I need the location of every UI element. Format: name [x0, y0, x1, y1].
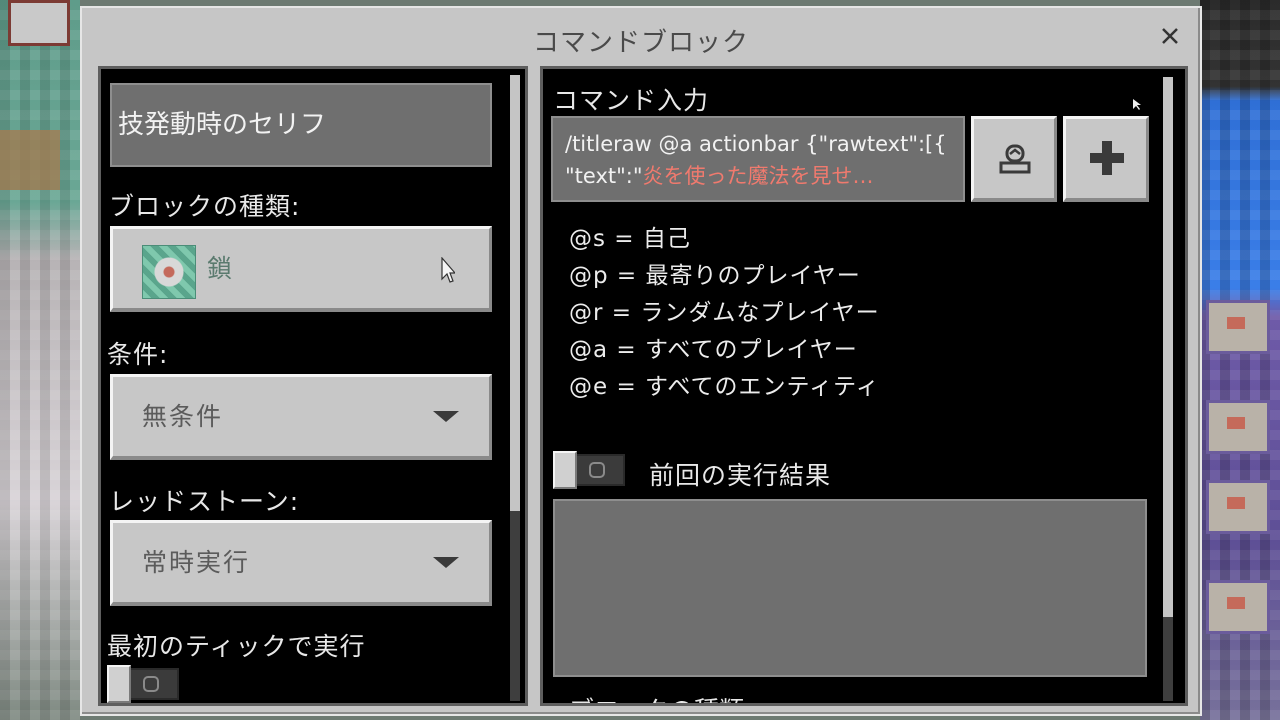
redstone-dropdown[interactable]: 常時実行	[110, 520, 492, 606]
close-button[interactable]	[1158, 24, 1182, 48]
command-block-in-world	[1206, 580, 1270, 634]
condition-value: 無条件	[142, 402, 224, 431]
command-block-dialog: コマンドブロック 技発動時のセリフ ブロックの種類: 鎖 条件: 無条件 レッド…	[80, 6, 1202, 716]
selector-help-line: @r = ランダムなプレイヤー	[569, 300, 880, 326]
redstone-label: レッドストーン:	[109, 487, 300, 516]
command-block-in-world	[1206, 400, 1270, 454]
selector-help: @s = 自己 @p = 最寄りのプレイヤー @r = ランダムなプレイヤー @…	[569, 221, 880, 406]
previous-output-toggle[interactable]	[553, 451, 627, 489]
toggle-off-icon	[589, 462, 605, 478]
selector-help-line: @e = すべてのエンティティ	[569, 374, 880, 400]
command-panel: コマンド入力 /titleraw @a actionbar {"rawtext"…	[540, 66, 1188, 706]
block-name-field[interactable]: 技発動時のセリフ	[110, 83, 492, 167]
world-block	[0, 130, 60, 190]
command-text-highlight: 炎を使った魔法を見せ…	[642, 164, 874, 188]
right-scrollbar[interactable]	[1163, 77, 1173, 701]
mouse-pointer-icon	[441, 257, 455, 283]
caret-down-icon	[433, 411, 459, 422]
plus-icon	[1090, 141, 1124, 175]
toggle-off-icon	[143, 676, 159, 692]
cut-off-block-type-label: ブロックの種類	[569, 691, 744, 703]
close-icon	[1162, 28, 1178, 44]
world-background-right	[1200, 0, 1280, 720]
dialog-title: コマンドブロック	[532, 28, 749, 58]
condition-label: 条件:	[107, 340, 169, 369]
command-text-line2: "text":"炎を使った魔法を見せ…	[565, 160, 951, 192]
command-text-prefix: "text":"	[565, 164, 643, 188]
world-block	[8, 0, 70, 46]
chain-command-block-icon	[142, 245, 196, 299]
condition-dropdown[interactable]: 無条件	[110, 374, 492, 460]
first-tick-label: 最初のティックで実行	[107, 632, 366, 661]
selector-help-line: @p = 最寄りのプレイヤー	[569, 263, 861, 289]
selector-help-line: @s = 自己	[569, 226, 691, 252]
command-input-label: コマンド入力	[553, 86, 710, 115]
command-block-in-world	[1206, 480, 1270, 534]
block-type-button[interactable]: 鎖	[110, 226, 492, 312]
previous-output-box	[553, 499, 1147, 677]
command-block-in-world	[1206, 300, 1270, 354]
redstone-value: 常時実行	[142, 548, 251, 577]
left-scrollbar-thumb[interactable]	[510, 75, 520, 511]
block-type-label: ブロックの種類:	[109, 192, 301, 221]
small-cursor-icon	[1133, 99, 1141, 110]
first-tick-toggle[interactable]	[107, 665, 181, 703]
toggle-knob	[553, 451, 577, 489]
command-input[interactable]: /titleraw @a actionbar {"rawtext":[{ "te…	[551, 116, 965, 202]
toggle-knob	[107, 665, 131, 703]
block-name-value: 技発動時のセリフ	[118, 110, 327, 140]
world-background-left	[0, 0, 80, 720]
caret-down-icon	[433, 557, 459, 568]
command-text-line1: /titleraw @a actionbar {"rawtext":[{	[565, 132, 947, 156]
export-button[interactable]	[971, 116, 1057, 202]
add-button[interactable]	[1063, 116, 1149, 202]
block-settings-panel: 技発動時のセリフ ブロックの種類: 鎖 条件: 無条件 レッドストーン: 常時実…	[98, 66, 528, 706]
block-type-value: 鎖	[207, 254, 235, 283]
export-icon	[999, 144, 1031, 174]
right-scrollbar-thumb[interactable]	[1163, 77, 1173, 617]
previous-output-label: 前回の実行結果	[649, 461, 832, 490]
selector-help-line: @a = すべてのプレイヤー	[569, 337, 858, 363]
left-scrollbar[interactable]	[510, 75, 520, 701]
